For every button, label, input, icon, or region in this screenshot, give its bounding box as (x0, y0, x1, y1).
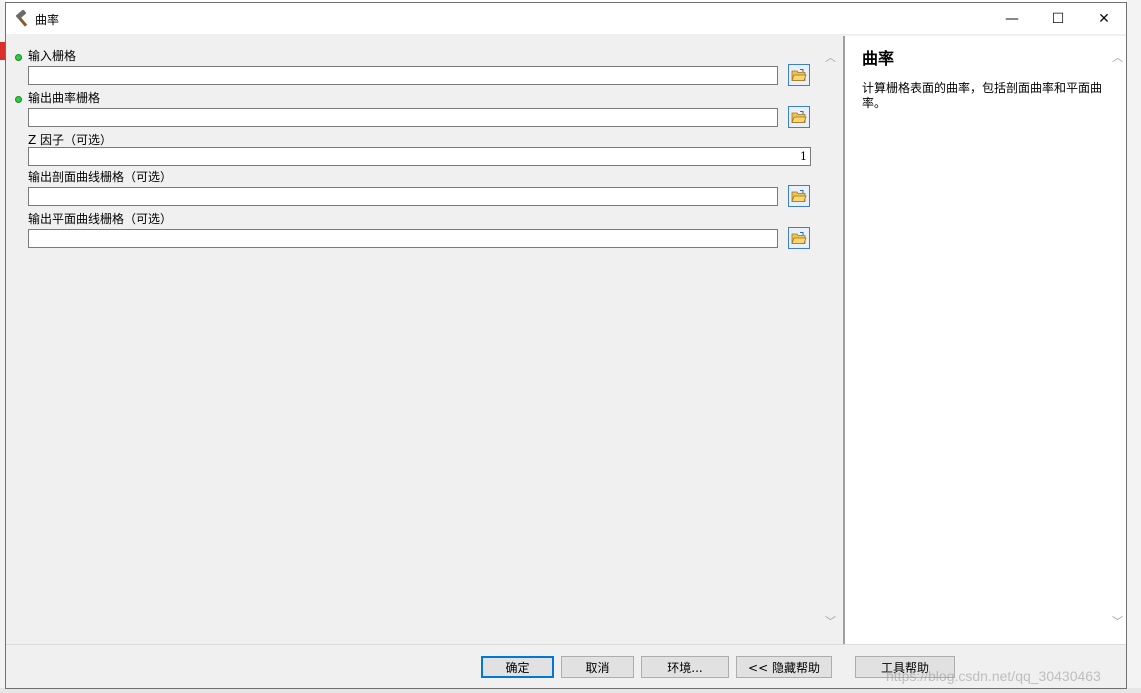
output-curvature-raster-browse-button[interactable] (788, 106, 810, 128)
cancel-button[interactable]: 取消 (561, 656, 634, 678)
output-profile-curve-raster-label: 输出剖面曲线栅格（可选） (28, 170, 173, 184)
parameters-pane: 输入栅格 输出曲率栅格 Z 因子（可选） 输出剖面曲线栅格（可选） (7, 36, 822, 644)
required-indicator-icon (15, 96, 22, 103)
required-indicator-icon (15, 54, 22, 61)
scroll-down-icon[interactable]: ﹀ (823, 614, 838, 629)
help-scrollbar[interactable]: ︿ ﹀ (1110, 36, 1126, 642)
scroll-down-icon[interactable]: ﹀ (1110, 614, 1125, 629)
parameters-scrollbar[interactable]: ︿ ﹀ (821, 36, 840, 644)
output-curvature-raster-label: 输出曲率栅格 (28, 91, 101, 105)
curvature-dialog: 曲率 — ☐ ✕ 输入栅格 输出曲率栅格 Z 因子（可选） 1 输出剖面曲线栅格… (5, 2, 1127, 689)
output-profile-curve-raster-browse-button[interactable] (788, 185, 810, 207)
output-curvature-raster-field[interactable] (28, 108, 778, 127)
button-bar: 确定 取消 环境... << 隐藏帮助 工具帮助 https://blog.cs… (6, 644, 1126, 688)
z-factor-label: Z 因子（可选） (28, 133, 113, 147)
output-plan-curve-raster-label: 输出平面曲线栅格（可选） (28, 212, 173, 226)
help-pane: 曲率 计算栅格表面的曲率，包括剖面曲率和平面曲率。 ︿ ﹀ (843, 36, 1126, 644)
input-raster-browse-button[interactable] (788, 64, 810, 86)
minimize-button[interactable]: — (989, 3, 1035, 34)
open-folder-icon (791, 232, 807, 244)
open-folder-icon (791, 190, 807, 202)
watermark: https://blog.csdn.net/qq_30430463 (886, 668, 1101, 684)
open-folder-icon (791, 69, 807, 81)
background-window-edge-right (1126, 0, 1141, 693)
hammer-icon (14, 9, 32, 28)
output-plan-curve-raster-field[interactable] (28, 229, 778, 248)
z-factor-field[interactable] (28, 147, 811, 166)
maximize-button[interactable]: ☐ (1035, 3, 1081, 34)
open-folder-icon (791, 111, 807, 123)
maximize-icon: ☐ (1051, 10, 1065, 27)
environments-button[interactable]: 环境... (641, 656, 729, 678)
output-plan-curve-raster-browse-button[interactable] (788, 227, 810, 249)
scroll-up-icon[interactable]: ︿ (1110, 50, 1125, 65)
hide-help-button[interactable]: << 隐藏帮助 (736, 656, 832, 678)
output-profile-curve-raster-field[interactable] (28, 187, 778, 206)
close-button[interactable]: ✕ (1081, 3, 1127, 34)
minimize-icon: — (1005, 10, 1019, 27)
ok-button[interactable]: 确定 (481, 656, 554, 678)
input-raster-field[interactable] (28, 66, 778, 85)
title-bar[interactable]: 曲率 — ☐ ✕ (6, 3, 1126, 34)
input-raster-label: 输入栅格 (28, 49, 77, 63)
help-description: 计算栅格表面的曲率，包括剖面曲率和平面曲率。 (862, 81, 1103, 110)
close-icon: ✕ (1098, 10, 1110, 27)
help-title: 曲率 (862, 49, 895, 68)
window-title: 曲率 (35, 13, 60, 27)
scroll-up-icon[interactable]: ︿ (823, 50, 838, 65)
